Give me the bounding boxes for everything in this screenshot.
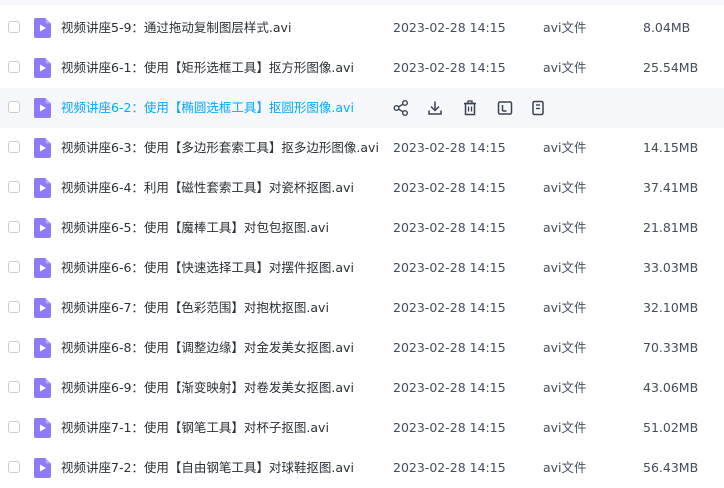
file-type: avi文件 <box>543 340 587 355</box>
row-checkbox[interactable] <box>8 421 20 433</box>
modified-date: 2023-02-28 14:15 <box>393 420 506 435</box>
file-size: 43.06MB <box>643 380 699 395</box>
download-button[interactable] <box>426 99 444 117</box>
file-row[interactable]: 视频讲座7-1：使用【钢笔工具】对杯子抠图.avi 2023-02-28 14:1… <box>0 408 724 448</box>
file-type: avi文件 <box>543 460 587 475</box>
file-type: avi文件 <box>543 300 587 315</box>
row-checkbox[interactable] <box>8 261 20 273</box>
video-file-icon <box>34 138 51 158</box>
video-file-icon <box>34 218 51 238</box>
rename-icon <box>496 99 514 117</box>
video-file-icon <box>34 458 51 478</box>
file-type: avi文件 <box>543 140 587 155</box>
file-size: 33.03MB <box>643 260 699 275</box>
more-button[interactable] <box>529 99 547 117</box>
file-name[interactable]: 视频讲座6-9：使用【渐变映射】对卷发美女抠图.avi <box>61 379 354 397</box>
delete-button[interactable] <box>461 99 479 117</box>
file-type: avi文件 <box>543 260 587 275</box>
rename-button[interactable] <box>496 99 514 117</box>
row-checkbox[interactable] <box>8 101 20 113</box>
file-type: avi文件 <box>543 20 587 35</box>
share-button[interactable] <box>392 99 410 117</box>
file-type: avi文件 <box>543 180 587 195</box>
video-file-icon <box>34 338 51 358</box>
file-row[interactable]: 视频讲座5-9：通过拖动复制图层样式.avi 2023-02-28 14:15 av… <box>0 8 724 48</box>
file-size: 14.15MB <box>643 140 699 155</box>
file-name[interactable]: 视频讲座6-1：使用【矩形选框工具】抠方形图像.avi <box>61 59 354 77</box>
modified-date: 2023-02-28 14:15 <box>393 20 506 35</box>
modified-date: 2023-02-28 14:15 <box>393 380 506 395</box>
video-file-icon <box>34 18 51 38</box>
row-checkbox[interactable] <box>8 21 20 33</box>
video-file-icon <box>34 178 51 198</box>
video-file-icon <box>34 378 51 398</box>
file-size: 56.43MB <box>643 460 699 475</box>
file-name[interactable]: 视频讲座6-8：使用【调整边缘】对金发美女抠图.avi <box>61 339 354 357</box>
file-row[interactable]: 视频讲座7-2：使用【自由钢笔工具】对球鞋抠图.avi 2023-02-28 14… <box>0 448 724 488</box>
file-name[interactable]: 视频讲座6-7：使用【色彩范围】对抱枕抠图.avi <box>61 299 329 317</box>
file-row[interactable]: 视频讲座6-7：使用【色彩范围】对抱枕抠图.avi 2023-02-28 14:1… <box>0 288 724 328</box>
row-checkbox[interactable] <box>8 301 20 313</box>
file-name[interactable]: 视频讲座6-2：使用【椭圆选框工具】抠圆形图像.avi <box>61 99 354 117</box>
trash-icon <box>461 99 479 117</box>
file-type: avi文件 <box>543 380 587 395</box>
file-name[interactable]: 视频讲座6-4：利用【磁性套索工具】对瓷杯抠图.avi <box>61 179 354 197</box>
modified-date: 2023-02-28 14:15 <box>393 60 506 75</box>
file-name[interactable]: 视频讲座7-2：使用【自由钢笔工具】对球鞋抠图.avi <box>61 459 354 477</box>
file-name[interactable]: 视频讲座7-1：使用【钢笔工具】对杯子抠图.avi <box>61 419 329 437</box>
modified-date: 2023-02-28 14:15 <box>393 340 506 355</box>
file-size: 21.81MB <box>643 220 699 235</box>
row-checkbox[interactable] <box>8 141 20 153</box>
file-name[interactable]: 视频讲座6-6：使用【快速选择工具】对摆件抠图.avi <box>61 259 354 277</box>
file-row[interactable]: 视频讲座6-4：利用【磁性套索工具】对瓷杯抠图.avi 2023-02-28 14… <box>0 168 724 208</box>
modified-date: 2023-02-28 14:15 <box>393 180 506 195</box>
modified-date: 2023-02-28 14:15 <box>393 300 506 315</box>
file-row[interactable]: 视频讲座6-3：使用【多边形套索工具】抠多边形图像.avi 2023-02-28 … <box>0 128 724 168</box>
file-size: 37.41MB <box>643 180 699 195</box>
video-file-icon <box>34 258 51 278</box>
video-file-icon <box>34 58 51 78</box>
file-size: 32.10MB <box>643 300 699 315</box>
modified-date: 2023-02-28 14:15 <box>393 220 506 235</box>
video-file-icon <box>34 418 51 438</box>
file-row[interactable]: 视频讲座6-5：使用【魔棒工具】对包包抠图.avi 2023-02-28 14:1… <box>0 208 724 248</box>
file-list: 视频讲座5-9：通过拖动复制图层样式.avi 2023-02-28 14:15 av… <box>0 8 724 488</box>
file-row[interactable]: 视频讲座6-9：使用【渐变映射】对卷发美女抠图.avi 2023-02-28 14… <box>0 368 724 408</box>
file-name[interactable]: 视频讲座5-9：通过拖动复制图层样式.avi <box>61 19 291 37</box>
file-row[interactable]: 视频讲座6-1：使用【矩形选框工具】抠方形图像.avi 2023-02-28 14… <box>0 48 724 88</box>
file-size: 70.33MB <box>643 340 699 355</box>
file-row[interactable]: 视频讲座6-2：使用【椭圆选框工具】抠圆形图像.avi <box>0 88 724 128</box>
row-checkbox[interactable] <box>8 181 20 193</box>
file-size: 25.54MB <box>643 60 699 75</box>
file-name[interactable]: 视频讲座6-3：使用【多边形套索工具】抠多边形图像.avi <box>61 139 379 157</box>
video-file-icon <box>34 298 51 318</box>
modified-date: 2023-02-28 14:15 <box>393 460 506 475</box>
file-name[interactable]: 视频讲座6-5：使用【魔棒工具】对包包抠图.avi <box>61 219 329 237</box>
video-file-icon <box>34 98 51 118</box>
file-row[interactable]: 视频讲座6-8：使用【调整边缘】对金发美女抠图.avi 2023-02-28 14… <box>0 328 724 368</box>
modified-date: 2023-02-28 14:15 <box>393 140 506 155</box>
file-type: avi文件 <box>543 420 587 435</box>
modified-date: 2023-02-28 14:15 <box>393 260 506 275</box>
row-checkbox[interactable] <box>8 221 20 233</box>
row-checkbox[interactable] <box>8 61 20 73</box>
share-icon <box>392 99 410 117</box>
header-divider <box>0 0 724 5</box>
file-size: 8.04MB <box>643 20 691 35</box>
more-icon <box>529 99 547 117</box>
row-checkbox[interactable] <box>8 381 20 393</box>
row-checkbox[interactable] <box>8 461 20 473</box>
file-size: 51.02MB <box>643 420 699 435</box>
download-icon <box>426 99 444 117</box>
file-type: avi文件 <box>543 220 587 235</box>
file-type: avi文件 <box>543 60 587 75</box>
file-row[interactable]: 视频讲座6-6：使用【快速选择工具】对摆件抠图.avi 2023-02-28 14… <box>0 248 724 288</box>
row-checkbox[interactable] <box>8 341 20 353</box>
